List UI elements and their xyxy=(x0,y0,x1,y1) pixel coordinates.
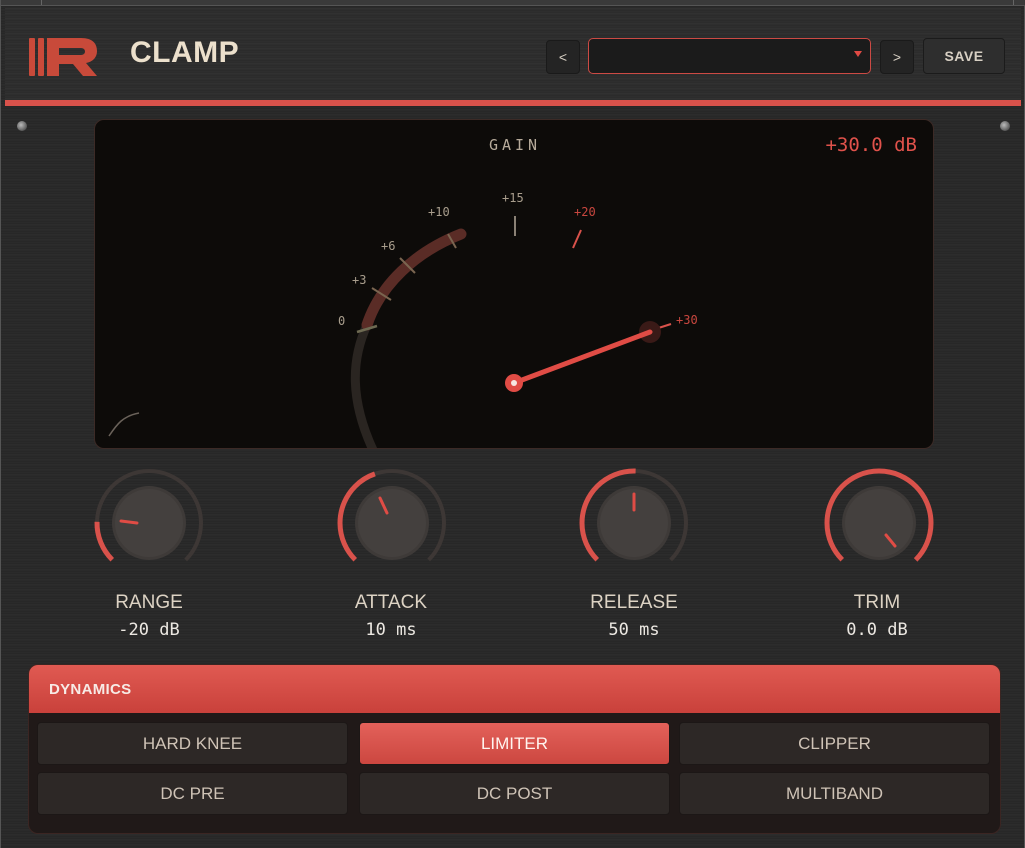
limiter-button[interactable]: LIMITER xyxy=(359,722,670,765)
scale-label-30: +30 xyxy=(676,313,698,327)
trim-value: 0.0 dB xyxy=(846,620,908,640)
chevron-down-icon xyxy=(854,51,862,57)
hard-knee-button[interactable]: HARD KNEE xyxy=(37,722,348,765)
scale-label-6: +6 xyxy=(381,239,395,253)
release-knob[interactable] xyxy=(569,463,699,583)
brand-logo-icon xyxy=(29,38,97,76)
screw-right-icon xyxy=(1000,121,1010,131)
screw-left-icon xyxy=(17,121,27,131)
scale-label-20: +20 xyxy=(574,205,596,219)
previous-preset-button[interactable]: < xyxy=(546,40,580,74)
plugin-title: CLAMP xyxy=(130,36,240,69)
dynamics-panel: DYNAMICS HARD KNEE LIMITER CLIPPER DC PR… xyxy=(28,664,1001,834)
trim-knob[interactable] xyxy=(814,463,944,583)
release-label: RELEASE xyxy=(590,592,678,613)
range-label: RANGE xyxy=(115,592,183,613)
scale-label-3: +3 xyxy=(352,273,366,287)
header-accent-line xyxy=(5,100,1021,106)
dc-post-button[interactable]: DC POST xyxy=(359,772,670,815)
dynamics-header: DYNAMICS xyxy=(29,665,1000,713)
multiband-button[interactable]: MULTIBAND xyxy=(679,772,990,815)
attack-label: ATTACK xyxy=(354,592,428,613)
window-top-border xyxy=(1,0,1025,6)
curve-icon xyxy=(108,412,140,437)
attack-value: 10 ms xyxy=(365,620,417,640)
release-value: 50 ms xyxy=(608,620,660,640)
scale-label-15: +15 xyxy=(502,191,524,205)
next-preset-button[interactable]: > xyxy=(880,40,914,74)
save-button[interactable]: SAVE xyxy=(923,38,1005,74)
attack-knob[interactable] xyxy=(327,463,457,583)
scale-label-0: 0 xyxy=(338,314,345,328)
meter-needle xyxy=(511,329,653,386)
gain-meter: GAIN +30.0 dB 0 +3 +6 +10 +15 +20 +30 xyxy=(94,119,934,449)
tick-20 xyxy=(572,229,582,249)
range-knob[interactable] xyxy=(84,463,214,583)
meter-dial: 0 +3 +6 +10 +15 +20 +30 xyxy=(108,191,698,448)
scale-label-10: +10 xyxy=(428,205,450,219)
range-value: -20 dB xyxy=(118,620,180,640)
dynamics-title: DYNAMICS xyxy=(49,681,132,698)
plugin-window: CLAMP < > SAVE GAIN +30.0 dB 0 +3 +6 +10… xyxy=(0,0,1025,848)
preset-dropdown[interactable] xyxy=(588,38,871,74)
clipper-button[interactable]: CLIPPER xyxy=(679,722,990,765)
trim-label: TRIM xyxy=(853,592,901,613)
dc-pre-button[interactable]: DC PRE xyxy=(37,772,348,815)
